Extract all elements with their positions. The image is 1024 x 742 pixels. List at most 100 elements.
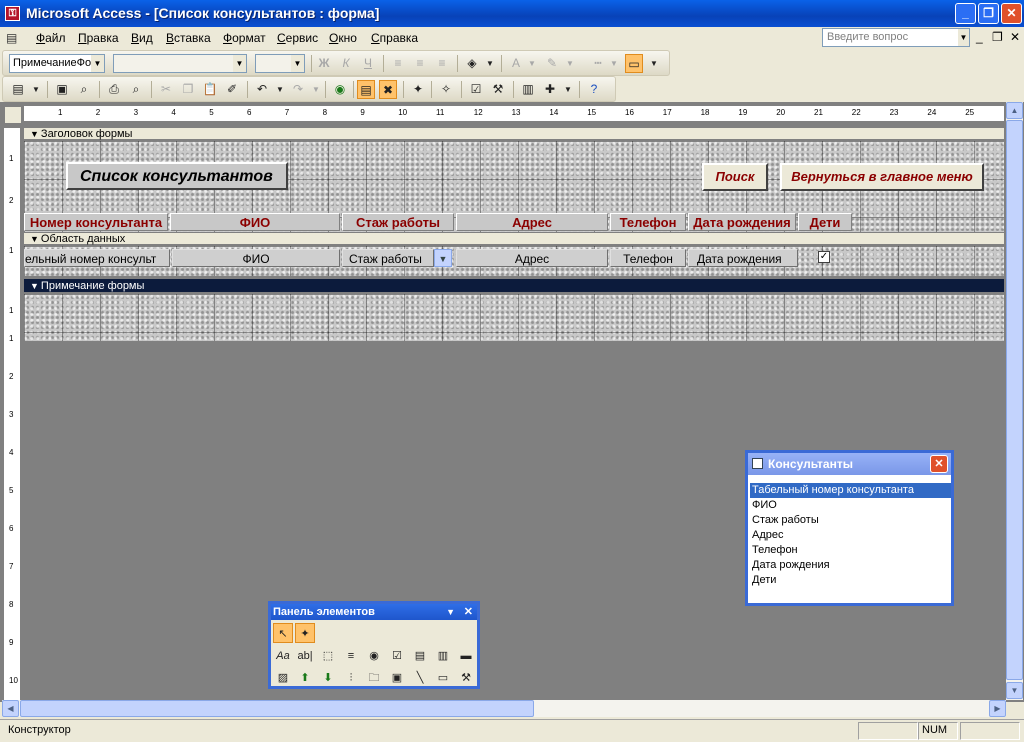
list-item[interactable]: Адрес	[750, 528, 951, 543]
toolbox-menu-icon[interactable]: ▼	[446, 604, 455, 620]
scroll-thumb[interactable]	[1006, 120, 1023, 680]
list-item[interactable]: Дети	[750, 573, 951, 588]
select-objects-icon[interactable]: ↖	[273, 623, 293, 643]
form-title-label[interactable]: Список консультантов	[66, 162, 288, 190]
align-left-icon[interactable]: ≡	[389, 54, 407, 73]
label-birthdate[interactable]: Дата рождения	[688, 213, 796, 231]
print-icon[interactable]: ⎙	[105, 80, 123, 99]
menu-help[interactable]: Справка	[371, 31, 418, 45]
bold-button[interactable]: Ж	[315, 54, 333, 73]
scroll-thumb[interactable]	[20, 700, 534, 717]
fill-color-icon[interactable]: ◈	[463, 54, 481, 73]
menu-format[interactable]: Формат	[223, 31, 266, 45]
cut-icon[interactable]: ✂	[157, 80, 175, 99]
rectangle-tool-icon[interactable]: ▭	[433, 668, 453, 688]
horizontal-scrollbar[interactable]: ◀ ▶	[2, 700, 1006, 717]
chevron-down-icon[interactable]: ▼	[271, 80, 289, 99]
chevron-down-icon[interactable]: ▼	[91, 55, 104, 72]
line-tool-icon[interactable]: ╲	[410, 668, 430, 688]
page-break-icon[interactable]: ⫶	[341, 668, 361, 688]
checkbox-tool-icon[interactable]: ☑	[387, 646, 407, 666]
field-birthdate[interactable]: Дата рождения	[688, 249, 798, 267]
autoformat-icon[interactable]: ✦	[409, 80, 427, 99]
combobox-tool-icon[interactable]: ▤	[410, 646, 430, 666]
field-phone[interactable]: Телефон	[610, 249, 686, 267]
chevron-down-icon[interactable]: ▼	[233, 55, 246, 72]
toolbox-close-button[interactable]: ✕	[464, 604, 473, 620]
label-number[interactable]: Номер консультанта	[24, 213, 168, 231]
restore-button[interactable]: ❐	[978, 3, 999, 24]
field-list-titlebar[interactable]: Консультанты ✕	[748, 453, 951, 475]
format-painter-icon[interactable]: ✐	[223, 80, 241, 99]
list-item[interactable]: Табельный номер консультанта	[750, 483, 951, 498]
chevron-down-icon[interactable]: ▼	[27, 80, 45, 99]
field-address[interactable]: Адрес	[456, 249, 608, 267]
scroll-up-icon[interactable]: ▲	[1006, 102, 1023, 119]
code-icon[interactable]: ✧	[437, 80, 455, 99]
children-checkbox[interactable]: ✓	[818, 251, 830, 263]
field-list-window[interactable]: Консультанты ✕ Табельный номер консульта…	[745, 450, 954, 606]
special-effect-icon[interactable]: ▭	[625, 54, 643, 73]
toolbox-window[interactable]: Панель элементов ▼ ✕ ↖ ✦ Aa ab| ⬚ ≡ ◉ ☑ …	[268, 601, 480, 689]
chevron-down-icon[interactable]: ▼	[958, 29, 969, 46]
label-children[interactable]: Дети	[798, 213, 852, 231]
minimize-button[interactable]: _	[955, 3, 976, 24]
field-list-icon[interactable]: ▤	[357, 80, 375, 99]
form-footer-band[interactable]: ▼ Примечание формы	[24, 279, 1004, 293]
horizontal-ruler[interactable]: 1 2 3 4 5 6 7 8 9 10 11 12 13 14 15 16 17 18 19 20 21 22 23 24 2…	[24, 106, 1004, 122]
chevron-down-icon[interactable]: ▼	[523, 54, 541, 73]
search-button[interactable]: Поиск	[702, 163, 768, 191]
toggle-button-icon[interactable]: ≡	[341, 646, 361, 666]
italic-button[interactable]: К	[337, 54, 355, 73]
command-button-icon[interactable]: ▬	[456, 646, 476, 666]
chevron-down-icon[interactable]: ▼	[291, 55, 304, 72]
doc-close-button[interactable]: ✕	[1010, 30, 1020, 44]
label-phone[interactable]: Телефон	[610, 213, 686, 231]
doc-restore-button[interactable]: ❐	[992, 30, 1003, 44]
close-button[interactable]: ✕	[1001, 3, 1022, 24]
chevron-down-icon[interactable]: ▼	[559, 80, 577, 99]
chevron-down-icon[interactable]: ▼	[645, 54, 663, 73]
menu-insert[interactable]: Вставка	[166, 31, 211, 45]
redo-icon[interactable]: ↷	[289, 80, 307, 99]
label-fio[interactable]: ФИО	[170, 213, 340, 231]
bound-frame-icon[interactable]: ⬇	[318, 668, 338, 688]
more-controls-icon[interactable]: ⚒	[456, 668, 476, 688]
option-group-icon[interactable]: ⬚	[318, 646, 338, 666]
font-size-combo[interactable]: ▼	[255, 54, 305, 73]
chevron-down-icon[interactable]: ▼	[307, 80, 325, 99]
paste-icon[interactable]: 📋	[201, 80, 219, 99]
help-icon[interactable]: ?	[585, 80, 603, 99]
field-number[interactable]: ельный номер консульт	[24, 249, 170, 267]
menu-view[interactable]: Вид	[131, 31, 153, 45]
search-file-icon[interactable]: ⌕	[75, 80, 93, 99]
tab-control-icon[interactable]: 🗀	[364, 668, 384, 688]
unbound-frame-icon[interactable]: ⬆	[295, 668, 315, 688]
object-combo[interactable]: ПримечаниеФо ▼	[9, 54, 105, 73]
chevron-down-icon[interactable]: ▼	[481, 54, 499, 73]
field-experience[interactable]: Стаж работы	[342, 249, 434, 267]
form-footer-section[interactable]	[24, 294, 1004, 341]
database-window-icon[interactable]: ▥	[519, 80, 537, 99]
doc-minimize-button[interactable]: _	[976, 30, 983, 44]
combo-dropdown-icon[interactable]: ▼	[434, 249, 452, 267]
save-icon[interactable]: ▣	[53, 80, 71, 99]
underline-button[interactable]: Ч	[359, 54, 377, 73]
menu-edit[interactable]: Правка	[78, 31, 119, 45]
toolbox-titlebar[interactable]: Панель элементов ▼ ✕	[271, 604, 477, 620]
hyperlink-icon[interactable]: ◉	[331, 80, 349, 99]
field-list-close-button[interactable]: ✕	[930, 455, 948, 473]
main-menu-button[interactable]: Вернуться в главное меню	[780, 163, 984, 191]
scroll-left-icon[interactable]: ◀	[2, 700, 19, 717]
form-header-band[interactable]: ▼ Заголовок формы	[24, 128, 1004, 140]
field-fio[interactable]: ФИО	[172, 249, 340, 267]
chevron-down-icon[interactable]: ▼	[605, 54, 623, 73]
toolbox-icon[interactable]: ✖	[379, 80, 397, 99]
label-tool-icon[interactable]: Aa	[273, 646, 293, 666]
textbox-tool-icon[interactable]: ab|	[295, 646, 315, 666]
label-address[interactable]: Адрес	[456, 213, 608, 231]
scroll-down-icon[interactable]: ▼	[1006, 682, 1023, 699]
view-icon[interactable]: ▤	[9, 80, 27, 99]
control-wizards-icon[interactable]: ✦	[295, 623, 315, 643]
align-center-icon[interactable]: ≡	[411, 54, 429, 73]
